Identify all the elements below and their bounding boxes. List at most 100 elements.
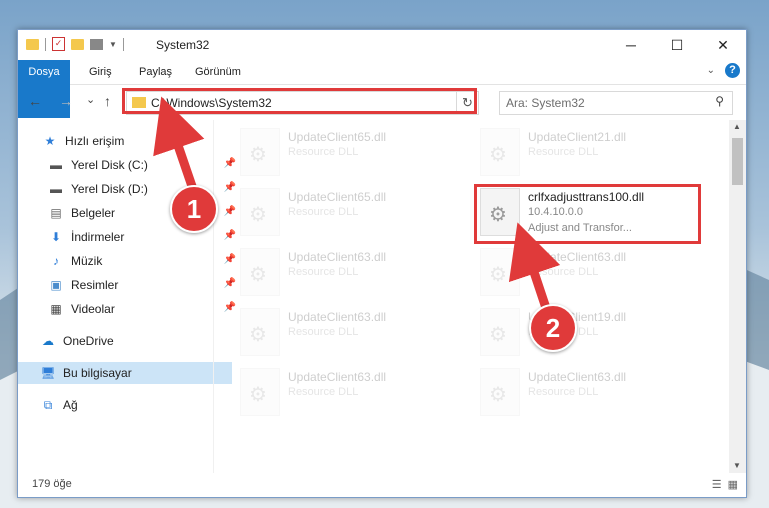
document-icon: ▤: [50, 206, 62, 220]
back-button[interactable]: ←: [28, 93, 42, 109]
sidebar-item-onedrive[interactable]: ☁ OneDrive: [18, 330, 232, 352]
sidebar-item-label: Müzik: [71, 254, 103, 268]
quick-access-toolbar: ✓ ▼: [26, 37, 124, 51]
file-type: Resource DLL: [288, 386, 359, 398]
file-item[interactable]: ⚙ UpdateClient63.dll Resource DLL: [480, 364, 710, 422]
recent-locations-button[interactable]: ⌄: [86, 93, 95, 106]
file-name: UpdateClient63.dll: [288, 250, 387, 264]
sidebar-item-label: İndirmeler: [71, 230, 125, 244]
dll-file-icon: ⚙: [240, 248, 280, 296]
file-name: UpdateClient63.dll: [528, 250, 627, 264]
sidebar-item-music[interactable]: ♪ Müzik 📌: [18, 250, 240, 272]
up-button[interactable]: ↑: [104, 93, 111, 109]
details-view-icon[interactable]: ☰: [712, 478, 722, 491]
file-item[interactable]: ⚙ UpdateClient65.dll Resource DLL: [240, 124, 470, 182]
file-type: Resource DLL: [288, 266, 359, 278]
search-box[interactable]: Ara: System32 ⚲: [499, 91, 733, 115]
sidebar-item-drive-c[interactable]: ▬ Yerel Disk (C:) 📌: [18, 154, 240, 176]
folder-icon[interactable]: [26, 38, 39, 50]
forward-button[interactable]: →: [59, 93, 73, 109]
explorer-window: ✓ ▼ System32 ─ ☐ ✕ Dosya Giriş Paylaş Gö…: [17, 29, 747, 498]
gear-icon: ⚙: [489, 144, 507, 166]
file-item[interactable]: ⚙ UpdateClient19.dll Resource DLL: [480, 304, 710, 362]
new-folder-icon[interactable]: [71, 38, 84, 50]
gear-icon: ⚙: [489, 384, 507, 406]
pane-divider: [213, 120, 214, 475]
tab-home[interactable]: Giriş: [89, 60, 112, 84]
file-item[interactable]: ⚙ UpdateClient63.dll Resource DLL: [240, 364, 470, 422]
file-item[interactable]: ⚙ UpdateClient63.dll Resource DLL: [480, 244, 710, 302]
file-type: Resource DLL: [288, 146, 359, 158]
star-icon: ★: [44, 134, 56, 148]
sidebar-item-label: Ağ: [63, 398, 78, 412]
help-icon[interactable]: ?: [725, 63, 740, 78]
properties-check-icon[interactable]: ✓: [52, 37, 65, 51]
sidebar-item-network[interactable]: ⧉ Ağ: [18, 394, 232, 416]
window-title: System32: [156, 38, 210, 52]
vertical-scrollbar[interactable]: ▲ ▼: [729, 120, 746, 473]
close-button[interactable]: ✕: [700, 30, 746, 60]
sidebar-item-pictures[interactable]: ▣ Resimler 📌: [18, 274, 240, 296]
file-item[interactable]: ⚙ UpdateClient63.dll Resource DLL: [240, 304, 470, 362]
sidebar-item-this-pc[interactable]: 🖥 Bu bilgisayar: [18, 362, 232, 384]
network-icon: ⧉: [43, 398, 53, 412]
callout-step-2: 2: [529, 304, 577, 352]
dll-file-icon: ⚙: [240, 128, 280, 176]
address-highlight-box: [122, 88, 477, 114]
file-item[interactable]: ⚙ UpdateClient21.dll Resource DLL: [480, 124, 710, 182]
search-input[interactable]: Ara: System32: [506, 96, 585, 110]
file-item[interactable]: ⚙ UpdateClient63.dll Resource DLL: [240, 244, 470, 302]
tab-view[interactable]: Görünüm: [195, 60, 241, 84]
sidebar-item-label: Belgeler: [71, 206, 116, 220]
sidebar-item-quick-access[interactable]: ★ Hızlı erişim: [18, 130, 234, 152]
minimize-button[interactable]: ─: [608, 30, 654, 60]
file-type: Resource DLL: [528, 146, 599, 158]
file-name: UpdateClient63.dll: [528, 370, 627, 384]
ribbon-controls: ⌄ ?: [707, 63, 740, 78]
view-toggle: ☰ ▦: [712, 478, 738, 491]
sidebar-item-label: Bu bilgisayar: [63, 366, 132, 380]
sidebar-item-label: Hızlı erişim: [65, 134, 125, 148]
file-name: UpdateClient63.dll: [288, 370, 387, 384]
search-icon[interactable]: ⚲: [715, 94, 724, 108]
file-type: Resource DLL: [528, 266, 599, 278]
callout-step-1: 1: [170, 185, 218, 233]
dll-file-icon: ⚙: [480, 248, 520, 296]
dll-file-icon: ⚙: [480, 368, 520, 416]
sidebar-item-label: Yerel Disk (D:): [71, 182, 148, 196]
large-icons-view-icon[interactable]: ▦: [728, 478, 738, 491]
picture-icon: ▣: [50, 278, 62, 292]
navigation-bar: ← → ⌄ ↑ C:\Windows\System32 ⌄ ↻ Ara: Sys…: [18, 85, 746, 119]
ribbon: Dosya Giriş Paylaş Görünüm ⌄ ?: [18, 60, 746, 118]
separator: [122, 37, 124, 51]
gear-icon: ⚙: [249, 384, 267, 406]
file-item[interactable]: ⚙ UpdateClient65.dll Resource DLL: [240, 184, 470, 242]
gear-icon: ⚙: [249, 144, 267, 166]
sidebar-item-label: Videolar: [71, 302, 115, 316]
status-bar: 179 öğe ☰ ▦: [18, 473, 746, 497]
gear-icon: ⚙: [249, 204, 267, 226]
music-icon: ♪: [53, 254, 59, 268]
gear-icon: ⚙: [489, 324, 507, 346]
scroll-up-icon[interactable]: ▲: [733, 122, 741, 131]
dll-file-icon: ⚙: [240, 308, 280, 356]
dll-file-icon: ⚙: [480, 308, 520, 356]
gear-icon: ⚙: [489, 264, 507, 286]
tab-share[interactable]: Paylaş: [139, 60, 172, 84]
file-highlight-box: [474, 184, 701, 244]
sidebar-item-videos[interactable]: ▦ Videolar 📌: [18, 298, 240, 320]
dll-file-icon: ⚙: [480, 128, 520, 176]
rename-icon[interactable]: [90, 38, 103, 50]
file-name: UpdateClient21.dll: [528, 130, 627, 144]
maximize-button[interactable]: ☐: [654, 30, 700, 60]
item-count: 179 öğe: [32, 478, 72, 490]
video-icon: ▦: [50, 302, 62, 316]
scroll-down-icon[interactable]: ▼: [733, 461, 741, 470]
customize-toolbar-arrow-icon[interactable]: ▼: [109, 40, 117, 49]
dll-file-icon: ⚙: [240, 188, 280, 236]
file-name: UpdateClient65.dll: [288, 190, 387, 204]
gear-icon: ⚙: [249, 264, 267, 286]
sidebar-item-label: Resimler: [71, 278, 119, 292]
scroll-thumb[interactable]: [732, 138, 743, 185]
expand-ribbon-icon[interactable]: ⌄: [707, 65, 715, 76]
